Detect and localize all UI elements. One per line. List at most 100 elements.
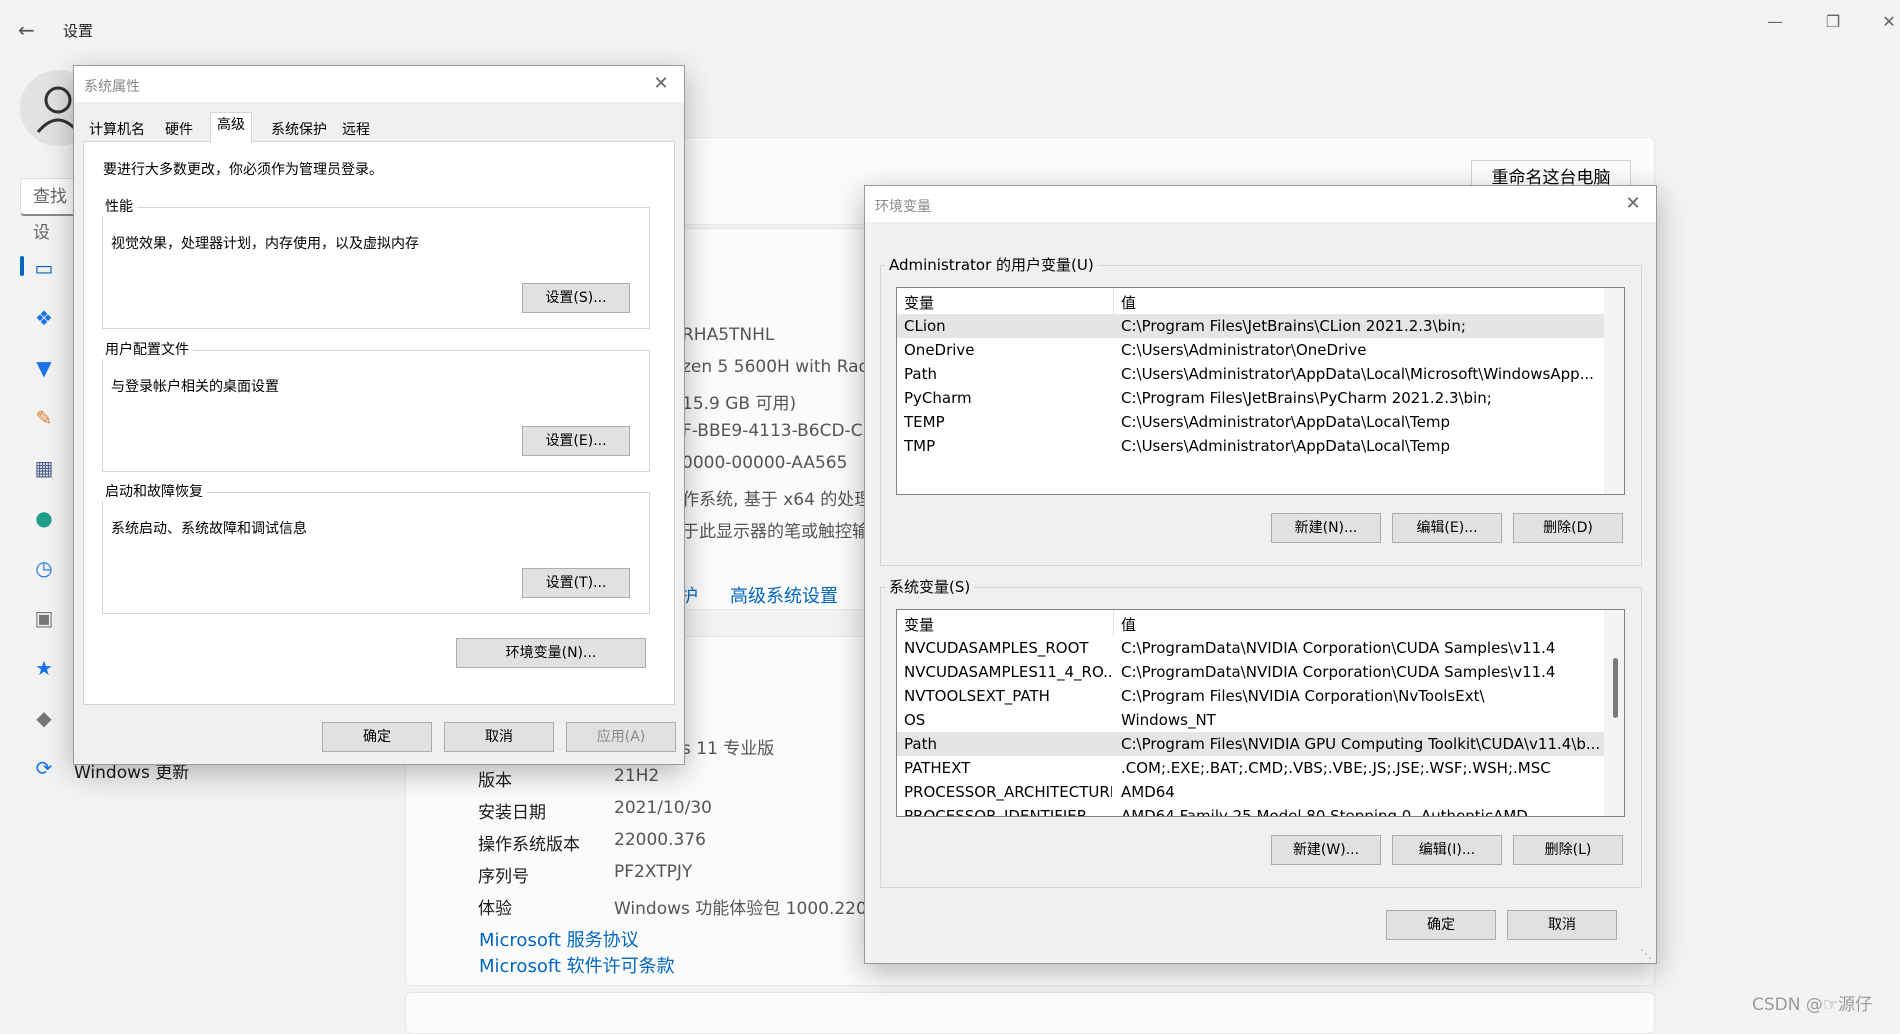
var-value: C:\Users\Administrator\AppData\Local\Mic…	[1121, 365, 1594, 383]
user-profiles-settings-button[interactable]: 设置(E)...	[522, 426, 630, 456]
user-delete-button[interactable]: 删除(D)	[1513, 513, 1623, 543]
list-item[interactable]: Path C:\Program Files\NVIDIA GPU Computi…	[897, 732, 1604, 756]
performance-label: 性能	[101, 196, 137, 216]
apps-icon[interactable]: ▦	[30, 454, 58, 482]
list-item[interactable]: PROCESSOR_IDENTIFIER AMD64 Family 25 Mod…	[897, 804, 1604, 817]
list-item[interactable]: CLion C:\Program Files\JetBrains\CLion 2…	[897, 314, 1604, 338]
tab-computer-name[interactable]: 计算机名	[83, 118, 151, 142]
column-header-value[interactable]: 值	[1121, 614, 1136, 635]
accessibility-icon[interactable]: ★	[30, 654, 58, 682]
var-name: NVCUDASAMPLES11_4_RO...	[904, 663, 1112, 681]
environment-variables-button[interactable]: 环境变量(N)...	[456, 638, 646, 668]
list-item[interactable]: TMP C:\Users\Administrator\AppData\Local…	[897, 434, 1604, 458]
close-icon[interactable]: ✕	[1866, 6, 1900, 38]
list-item[interactable]: PyCharm C:\Program Files\JetBrains\PyCha…	[897, 386, 1604, 410]
back-arrow-icon[interactable]: ←	[18, 18, 42, 42]
list-item[interactable]: NVCUDASAMPLES_ROOT C:\ProgramData\NVIDIA…	[897, 636, 1604, 660]
var-name: Path	[904, 735, 937, 753]
dialog-titlebar: 环境变量 ✕	[865, 186, 1656, 222]
system-delete-button[interactable]: 删除(L)	[1513, 835, 1623, 865]
cancel-button[interactable]: 取消	[444, 722, 554, 752]
bluetooth-icon[interactable]: ❖	[30, 304, 58, 332]
list-item[interactable]: NVCUDASAMPLES11_4_RO... C:\ProgramData\N…	[897, 660, 1604, 684]
list-item[interactable]: NVTOOLSEXT_PATH C:\Program Files\NVIDIA …	[897, 684, 1604, 708]
list-item[interactable]: OS Windows_NT	[897, 708, 1604, 732]
spec-label: 体验	[478, 899, 512, 919]
tab-system-protection[interactable]: 系统保护	[265, 118, 333, 142]
wifi-icon[interactable]: ▼	[30, 354, 58, 382]
list-item[interactable]: OneDrive C:\Users\Administrator\OneDrive	[897, 338, 1604, 362]
watermark: CSDN @☞源仔	[1752, 995, 1873, 1015]
minimize-icon[interactable]: —	[1752, 6, 1798, 38]
scrollbar[interactable]	[1604, 610, 1624, 816]
spec-value: 2021/10/30	[614, 798, 712, 818]
cancel-button[interactable]: 取消	[1507, 910, 1617, 940]
var-value: C:\Users\Administrator\AppData\Local\Tem…	[1121, 413, 1451, 431]
ok-button[interactable]: 确定	[1386, 910, 1496, 940]
startup-recovery-settings-button[interactable]: 设置(T)...	[522, 568, 630, 598]
close-icon[interactable]: ✕	[648, 72, 674, 96]
column-header-value[interactable]: 值	[1121, 292, 1136, 313]
system-new-button[interactable]: 新建(W)...	[1271, 835, 1381, 865]
list-item[interactable]: PATHEXT .COM;.EXE;.BAT;.CMD;.VBS;.VBE;.J…	[897, 756, 1604, 780]
close-icon[interactable]: ✕	[1620, 192, 1646, 216]
update-icon[interactable]: ⟳	[30, 754, 58, 782]
user-new-button[interactable]: 新建(N)...	[1271, 513, 1381, 543]
var-name: TMP	[904, 437, 936, 455]
system-icon[interactable]: ▭	[30, 254, 58, 282]
tab-advanced[interactable]: 高级	[210, 112, 252, 143]
list-item[interactable]: Path C:\Users\Administrator\AppData\Loca…	[897, 362, 1604, 386]
brush-icon[interactable]: ✎	[30, 404, 58, 432]
scrollbar[interactable]	[1604, 288, 1624, 494]
column-header-name[interactable]: 变量	[904, 614, 934, 635]
var-name: NVCUDASAMPLES_ROOT	[904, 639, 1089, 657]
var-value: C:\Program Files\JetBrains\PyCharm 2021.…	[1121, 389, 1492, 407]
settings-title: 设置	[63, 22, 94, 40]
spec-fragment: RHA5TNHL	[682, 325, 775, 345]
ok-button[interactable]: 确定	[322, 722, 432, 752]
system-variables-list[interactable]: 变量 值 NVCUDASAMPLES_ROOT C:\ProgramData\N…	[896, 609, 1625, 817]
list-header: 变量 值	[897, 288, 1604, 314]
system-edit-button[interactable]: 编辑(I)...	[1392, 835, 1502, 865]
var-value: AMD64 Family 25 Model 80 Stepping 0, Aut…	[1121, 807, 1528, 817]
system-variables-label: 系统变量(S)	[885, 576, 975, 597]
service-agreement-link[interactable]: Microsoft 服务协议	[479, 926, 639, 952]
user-variables-list[interactable]: 变量 值 CLion C:\Program Files\JetBrains\CL…	[896, 287, 1625, 495]
dialog-title: 系统属性	[84, 79, 140, 95]
tab-hardware[interactable]: 硬件	[159, 118, 199, 142]
startup-recovery-desc: 系统启动、系统故障和调试信息	[111, 521, 307, 537]
spec-edition-fragment: s 11 专业版	[682, 739, 775, 759]
license-terms-link[interactable]: Microsoft 软件许可条款	[479, 952, 675, 978]
var-value: C:\ProgramData\NVIDIA Corporation\CUDA S…	[1121, 663, 1556, 681]
tab-remote[interactable]: 远程	[336, 118, 376, 142]
var-name: OS	[904, 711, 926, 729]
user-edit-button[interactable]: 编辑(E)...	[1392, 513, 1502, 543]
list-item[interactable]: PROCESSOR_ARCHITECTURE AMD64	[897, 780, 1604, 804]
dialog-titlebar: 系统属性 ✕	[74, 66, 684, 102]
advanced-system-settings-link[interactable]: 高级系统设置	[730, 582, 838, 608]
spec-label: 版本	[478, 771, 512, 791]
var-name: PROCESSOR_IDENTIFIER	[904, 807, 1088, 817]
user-variables-label: Administrator 的用户变量(U)	[885, 254, 1098, 275]
list-item[interactable]: TEMP C:\Users\Administrator\AppData\Loca…	[897, 410, 1604, 434]
spec-label: 安装日期	[478, 803, 546, 823]
var-name: TEMP	[904, 413, 945, 431]
scrollbar-thumb[interactable]	[1613, 658, 1618, 718]
search-input[interactable]: 查找设	[20, 178, 80, 243]
apply-button[interactable]: 应用(A)	[566, 722, 676, 752]
gaming-icon[interactable]: ▣	[30, 604, 58, 632]
performance-desc: 视觉效果，处理器计划，内存使用，以及虚拟内存	[111, 236, 419, 252]
column-header-name[interactable]: 变量	[904, 292, 934, 313]
performance-settings-button[interactable]: 设置(S)...	[522, 283, 630, 313]
var-name: PROCESSOR_ARCHITECTURE	[904, 783, 1112, 801]
var-value: .COM;.EXE;.BAT;.CMD;.VBS;.VBE;.JS;.JSE;.…	[1121, 759, 1551, 777]
restore-icon[interactable]: ❐	[1810, 6, 1856, 38]
var-value: C:\ProgramData\NVIDIA Corporation\CUDA S…	[1121, 639, 1556, 657]
spec-fragment: 于此显示器的笔或触控输	[682, 522, 869, 542]
shield-icon[interactable]: ◆	[30, 704, 58, 732]
time-language-icon[interactable]: ◷	[30, 554, 58, 582]
var-name: NVTOOLSEXT_PATH	[904, 687, 1050, 705]
account-icon[interactable]: ●	[30, 504, 58, 532]
var-value: C:\Program Files\NVIDIA GPU Computing To…	[1121, 735, 1601, 753]
resize-grip-icon[interactable]: ⋱	[1640, 947, 1652, 961]
